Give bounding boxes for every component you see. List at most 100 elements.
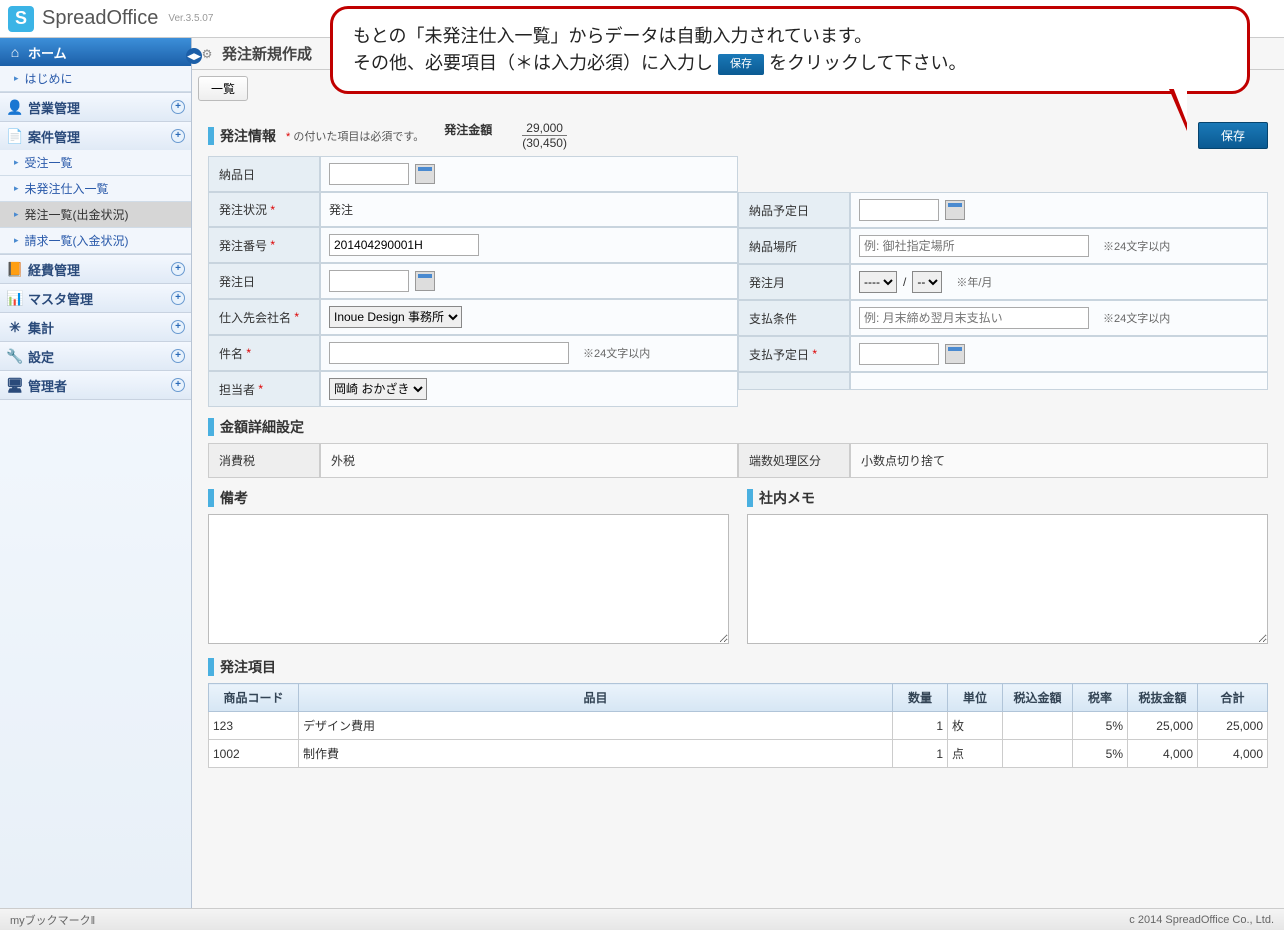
home-icon: ⌂ [6,43,24,61]
input-shiharai-joken[interactable] [859,307,1089,329]
section-shanai: 社内メモ [759,488,815,508]
plus-icon[interactable]: + [171,291,185,305]
list-button[interactable]: 一覧 [198,76,248,101]
doc-icon: 📄 [6,127,24,145]
main-content: ⚙ 発注新規作成 一覧 発注情報 * の付いた項目は必須です。 発注金額 29,… [192,38,1284,908]
app-version: Ver.3.5.07 [168,13,213,24]
table-row: 1002 制作費 1 点 5% 4,000 4,000 [209,740,1268,768]
input-shiharai-yotei[interactable] [859,343,939,365]
chart-icon: 📊 [6,289,24,307]
table-row: 123 デザイン費用 1 枚 5% 25,000 25,000 [209,712,1268,740]
order-amount: 発注金額 29,000 (30,450) [444,121,567,150]
value-hasu: 小数点切り捨て [850,443,1268,478]
input-noukinbi[interactable] [329,163,409,185]
th-incl: 税込金額 [1003,684,1073,712]
amount-main: 29,000 [522,121,567,135]
nav-item-juchu[interactable]: 受注一覧 [0,150,191,176]
monitor-icon: 🖥 [6,376,24,394]
footer: myブックマーク‖ c 2014 SpreadOffice Co., Ltd. [0,908,1284,930]
input-hacchu-bango[interactable] [329,234,479,256]
callout-line1: もとの「未発注仕入一覧」からデータは自動入力されています。 [353,23,1227,50]
nav-item-hacchu-ichiran[interactable]: 発注一覧(出金状況) [0,202,191,228]
person-icon: 👤 [6,98,24,116]
bookmark-link[interactable]: myブックマーク‖ [10,912,95,928]
sum-icon: ✳ [6,318,24,336]
select-year[interactable]: ---- [859,271,897,293]
nav-home[interactable]: ⌂ ホーム [0,38,191,66]
app-logo: S SpreadOffice Ver.3.5.07 [8,6,213,32]
help-callout: もとの「未発注仕入一覧」からデータは自動入力されています。 その他、必要項目（＊… [330,6,1250,94]
label-shiharai-joken: 支払条件 [738,300,850,336]
label-hacchu-jokyo: 発注状況 * [208,192,320,227]
nav-group-anken[interactable]: 📄案件管理+ [0,122,191,150]
section-bar-icon [208,127,214,145]
plus-icon[interactable]: + [171,100,185,114]
textarea-bikou[interactable] [208,514,729,644]
th-unit: 単位 [948,684,1003,712]
label-shiharai-yotei: 支払予定日 * [738,336,850,372]
nav-group-master[interactable]: 📊マスタ管理+ [0,284,191,312]
value-hacchu-jokyo: 発注 [320,192,738,227]
select-month[interactable]: -- [912,271,942,293]
label-shiire: 仕入先会社名 * [208,299,320,335]
nav-item-mihacchu[interactable]: 未発注仕入一覧 [0,176,191,202]
th-name: 品目 [299,684,893,712]
section-bar-icon [747,489,753,507]
callout-line2: その他、必要項目（＊は入力必須）に入力し 保存 をクリックして下さい。 [353,50,1227,77]
select-tantou[interactable]: 岡崎 おかざき [329,378,427,400]
save-button[interactable]: 保存 [1198,122,1268,149]
plus-icon[interactable]: + [171,262,185,276]
app-name: SpreadOffice [42,7,158,30]
select-shiire[interactable]: Inoue Design 事務所 [329,306,462,328]
nav-group-settei[interactable]: 🔧設定+ [0,342,191,370]
label-noukinbi: 納品日 [208,156,320,192]
section-order-info: 発注情報 * の付いた項目は必須です。 発注金額 29,000 (30,450)… [208,121,1268,150]
textarea-shanai[interactable] [747,514,1268,644]
input-hacchu-bi[interactable] [329,270,409,292]
amount-sub: (30,450) [522,135,567,150]
sidebar: ⌂ ホーム はじめに 👤営業管理+ 📄案件管理+ 受注一覧 未発注仕入一覧 発注… [0,38,192,908]
plus-icon[interactable]: + [171,129,185,143]
th-code: 商品コード [209,684,299,712]
field-noukinbi [320,156,738,192]
label-shouhizei: 消費税 [208,443,320,478]
calendar-icon[interactable] [945,344,965,364]
page-title: 発注新規作成 [222,43,312,64]
plus-icon[interactable]: + [171,349,185,363]
label-hacchu-tsuki: 発注月 [738,264,850,300]
section-bar-icon [208,658,214,676]
copyright: c 2014 SpreadOffice Co., Ltd. [1129,914,1274,926]
calendar-icon[interactable] [415,164,435,184]
calendar-icon[interactable] [415,271,435,291]
label-noukin-basho: 納品場所 [738,228,850,264]
label-tantou: 担当者 * [208,371,320,407]
label-noukin-yotei: 納品予定日 [738,192,850,228]
label-hacchu-bango: 発注番号 * [208,227,320,263]
nav-item-seikyu[interactable]: 請求一覧(入金状況) [0,228,191,254]
th-qty: 数量 [893,684,948,712]
input-kenmei[interactable] [329,342,569,364]
plus-icon[interactable]: + [171,320,185,334]
calendar-icon[interactable] [945,200,965,220]
sidebar-collapse-icon[interactable]: ◀▶ [186,48,202,64]
input-noukin-yotei[interactable] [859,199,939,221]
plus-icon[interactable]: + [171,378,185,392]
section-note: * の付いた項目は必須です。 [286,128,424,144]
section-title: 発注情報 [220,126,276,146]
label-hacchu-bi: 発注日 [208,263,320,299]
nav-group-eigyo[interactable]: 👤営業管理+ [0,93,191,121]
logo-icon: S [8,6,34,32]
label-kenmei: 件名 * [208,335,320,371]
section-detail: 金額詳細設定 [208,417,1268,437]
label-hasu: 端数処理区分 [738,443,850,478]
nav-item-hajimeni[interactable]: はじめに [0,66,191,92]
label-blank [738,372,850,390]
nav-group-admin[interactable]: 🖥管理者+ [0,371,191,399]
items-table: 商品コード 品目 数量 単位 税込金額 税率 税抜金額 合計 123 デザイン費… [208,683,1268,768]
nav-group-keihi[interactable]: 📙経費管理+ [0,255,191,283]
nav-group-shukei[interactable]: ✳集計+ [0,313,191,341]
input-noukin-basho[interactable] [859,235,1089,257]
section-bikou: 備考 [220,488,248,508]
th-excl: 税抜金額 [1128,684,1198,712]
section-bar-icon [208,489,214,507]
